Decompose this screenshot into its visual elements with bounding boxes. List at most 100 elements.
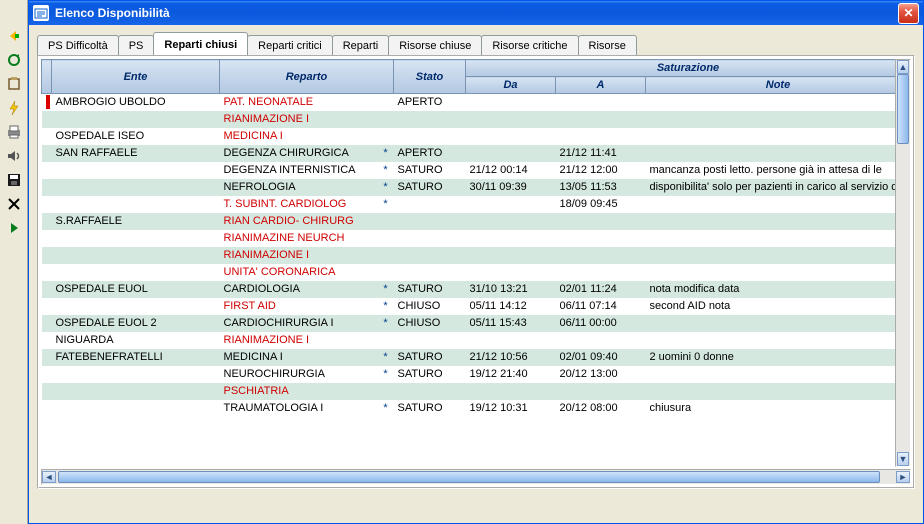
cell-note (646, 213, 911, 230)
table-row[interactable]: NEUROCHIRURGIA*SATURO19/12 21:4020/12 13… (42, 366, 911, 383)
row-marker (42, 179, 52, 196)
table-row[interactable]: T. SUBINT. CARDIOLOG*18/09 09:45 (42, 196, 911, 213)
tab-reparti[interactable]: Reparti (332, 35, 389, 55)
table-row[interactable]: RIANIMAZIONE I (42, 247, 911, 264)
table-row[interactable]: OSPEDALE EUOLCARDIOLOGIA*SATURO31/10 13:… (42, 281, 911, 298)
table-row[interactable]: SAN RAFFAELEDEGENZA CHIRURGICA*APERTO21/… (42, 145, 911, 162)
col-note[interactable]: Note (646, 77, 911, 94)
cell-a (556, 111, 646, 128)
grid: Ente Reparto Stato Saturazione Da A Note… (41, 59, 911, 467)
table-row[interactable]: FIRST AID*CHIUSO05/11 14:1206/11 07:14se… (42, 298, 911, 315)
tab-reparti-chiusi[interactable]: Reparti chiusi (153, 32, 248, 55)
horizontal-scrollbar[interactable]: ◄ ► (41, 469, 911, 485)
cell-da (466, 264, 556, 281)
row-marker (42, 349, 52, 366)
col-saturazione[interactable]: Saturazione (466, 60, 911, 77)
col-stato[interactable]: Stato (394, 60, 466, 94)
col-a[interactable]: A (556, 77, 646, 94)
scroll-thumb[interactable] (897, 74, 909, 144)
cell-reparto: RIAN CARDIO- CHIRURG (220, 213, 378, 230)
cell-stato (394, 111, 466, 128)
table-row[interactable]: PSCHIATRIA (42, 383, 911, 400)
cell-a (556, 213, 646, 230)
cell-reparto: NEUROCHIRURGIA (220, 366, 378, 383)
col-header-label: Note (766, 79, 790, 91)
cell-da (466, 111, 556, 128)
window-title: Elenco Disponibilità (55, 6, 170, 20)
tool-flash-icon[interactable] (4, 98, 24, 118)
table-row[interactable]: DEGENZA INTERNISTICA*SATURO21/12 00:1421… (42, 162, 911, 179)
table-row[interactable]: FATEBENEFRATELLIMEDICINA I*SATURO21/12 1… (42, 349, 911, 366)
col-marker[interactable] (42, 60, 52, 94)
cell-star (378, 332, 394, 349)
row-marker (42, 162, 52, 179)
tab-reparti-critici[interactable]: Reparti critici (247, 35, 333, 55)
vertical-scrollbar[interactable]: ▲ ▼ (895, 59, 911, 467)
cell-star (378, 111, 394, 128)
tab-ps[interactable]: PS (118, 35, 155, 55)
grid-table[interactable]: Ente Reparto Stato Saturazione Da A Note… (41, 59, 911, 417)
scroll-left-icon[interactable]: ◄ (42, 471, 56, 483)
table-row[interactable]: RIANIMAZINE NEURCH (42, 230, 911, 247)
cell-a: 02/01 09:40 (556, 349, 646, 366)
client-area: PS Difficoltà PS Reparti chiusi Reparti … (29, 25, 923, 523)
tab-risorse-chiuse[interactable]: Risorse chiuse (388, 35, 482, 55)
table-row[interactable]: NIGUARDARIANIMAZIONE I (42, 332, 911, 349)
cell-note (646, 94, 911, 111)
cell-a (556, 332, 646, 349)
scroll-right-icon[interactable]: ► (896, 471, 910, 483)
cell-da (466, 213, 556, 230)
cell-star: * (378, 281, 394, 298)
cell-a: 06/11 07:14 (556, 298, 646, 315)
cell-a: 21/12 11:41 (556, 145, 646, 162)
cell-a: 20/12 08:00 (556, 400, 646, 417)
cell-da: 05/11 15:43 (466, 315, 556, 332)
table-row[interactable]: NEFROLOGIA*SATURO30/11 09:3913/05 11:53d… (42, 179, 911, 196)
tab-label: Risorse chiuse (399, 40, 471, 52)
col-da[interactable]: Da (466, 77, 556, 94)
row-marker (42, 400, 52, 417)
tool-save-icon[interactable] (4, 170, 24, 190)
cell-ente: SAN RAFFAELE (52, 145, 220, 162)
table-row[interactable]: OSPEDALE EUOL 2CARDIOCHIRURGIA I*CHIUSO0… (42, 315, 911, 332)
cell-da: 30/11 09:39 (466, 179, 556, 196)
cell-a: 21/12 12:00 (556, 162, 646, 179)
tool-print-icon[interactable] (4, 122, 24, 142)
table-row[interactable]: AMBROGIO UBOLDOPAT. NEONATALEAPERTO (42, 94, 911, 111)
tool-refresh-icon[interactable] (4, 50, 24, 70)
cell-ente (52, 196, 220, 213)
tab-ps-difficolta[interactable]: PS Difficoltà (37, 35, 119, 55)
cell-reparto: PSCHIATRIA (220, 383, 378, 400)
cell-ente (52, 298, 220, 315)
table-row[interactable]: TRAUMATOLOGIA I*SATURO19/12 10:3120/12 0… (42, 400, 911, 417)
tab-risorse[interactable]: Risorse (578, 35, 637, 55)
tool-back-icon[interactable] (4, 26, 24, 46)
scroll-up-icon[interactable]: ▲ (897, 60, 909, 74)
tool-paste-icon[interactable] (4, 74, 24, 94)
cell-a (556, 94, 646, 111)
tool-sound-icon[interactable] (4, 146, 24, 166)
col-reparto[interactable]: Reparto (220, 60, 394, 94)
cell-reparto: RIANIMAZINE NEURCH (220, 230, 378, 247)
tool-play-icon[interactable] (4, 218, 24, 238)
cell-reparto: RIANIMAZIONE I (220, 247, 378, 264)
table-row[interactable]: S.RAFFAELERIAN CARDIO- CHIRURG (42, 213, 911, 230)
scroll-thumb[interactable] (58, 471, 880, 483)
scroll-down-icon[interactable]: ▼ (897, 452, 909, 466)
row-marker (42, 213, 52, 230)
row-marker (42, 315, 52, 332)
col-header-label: A (597, 79, 605, 91)
table-row[interactable]: OSPEDALE ISEOMEDICINA I (42, 128, 911, 145)
cell-reparto: PAT. NEONATALE (220, 94, 378, 111)
cell-note (646, 383, 911, 400)
cell-stato (394, 264, 466, 281)
tab-risorse-critiche[interactable]: Risorse critiche (481, 35, 578, 55)
cell-ente (52, 111, 220, 128)
table-row[interactable]: UNITA' CORONARICA (42, 264, 911, 281)
col-ente[interactable]: Ente (52, 60, 220, 94)
row-marker (42, 281, 52, 298)
cell-reparto: DEGENZA CHIRURGICA (220, 145, 378, 162)
close-button[interactable]: ✕ (898, 3, 919, 24)
table-row[interactable]: RIANIMAZIONE I (42, 111, 911, 128)
tool-close-icon[interactable] (4, 194, 24, 214)
